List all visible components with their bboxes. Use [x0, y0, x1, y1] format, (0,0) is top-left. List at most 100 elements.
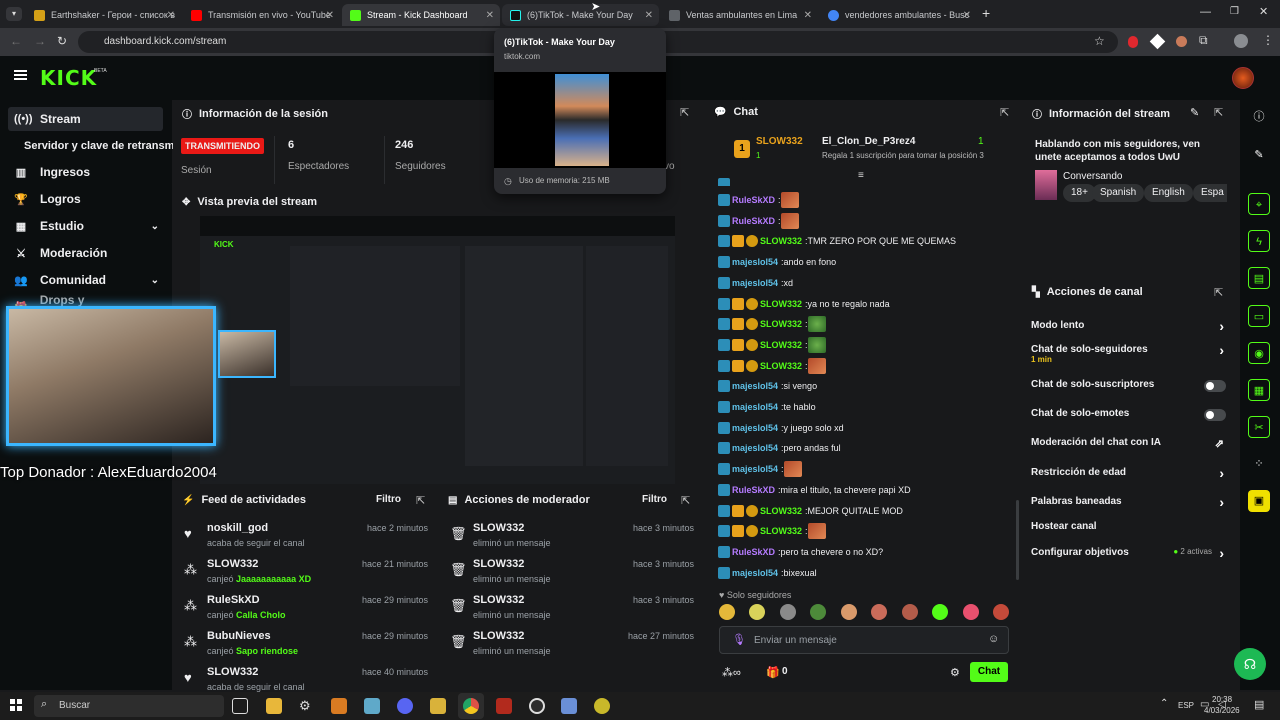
- target-icon[interactable]: ⌖: [1248, 193, 1270, 215]
- send-chat-button[interactable]: Chat: [970, 662, 1008, 682]
- chat-username[interactable]: RuleSkXD: [732, 547, 775, 557]
- extension-icon[interactable]: [1149, 33, 1166, 50]
- reload-icon[interactable]: ↻: [57, 34, 67, 48]
- emote-icon[interactable]: [962, 604, 979, 620]
- mod-filter-button[interactable]: Filtro: [642, 494, 667, 505]
- tab-google-search[interactable]: vendedores ambulantes - Busc ✕: [820, 4, 977, 26]
- popout-icon[interactable]: ⇱: [680, 106, 689, 119]
- back-icon[interactable]: ←: [10, 34, 22, 48]
- hamburger-menu-icon[interactable]: [14, 70, 27, 80]
- chat-message[interactable]: RuleSkXD:: [718, 191, 799, 209]
- tab-tiktok[interactable]: (6)TikTok - Make Your Day ✕: [502, 4, 659, 26]
- sidebar-item-server-key[interactable]: Servidor y clave de retransm: [8, 134, 173, 158]
- task-view-icon[interactable]: [232, 698, 248, 714]
- chat-message[interactable]: SLOW332:: [718, 336, 826, 354]
- channel-action-row[interactable]: Restricción de edad ›: [1031, 465, 1226, 481]
- chat-settings-icon[interactable]: ⚙: [950, 666, 960, 679]
- forward-icon[interactable]: →: [34, 34, 46, 48]
- tab-search-icon[interactable]: ▾: [6, 7, 22, 21]
- app-icon[interactable]: [561, 698, 577, 714]
- tab-youtube[interactable]: Transmisión en vivo - YouTube ✕: [183, 4, 340, 26]
- chat-message[interactable]: majeslol54: xd: [718, 274, 793, 292]
- channel-action-row[interactable]: Configurar objetivos ● 2 activas ›: [1031, 545, 1226, 561]
- chat-scrollbar[interactable]: [1016, 500, 1019, 580]
- profile-icon[interactable]: [1234, 34, 1248, 48]
- chat-message[interactable]: majeslol54: y juego solo xd: [718, 419, 844, 437]
- puzzle-extensions-icon[interactable]: ⧉: [1199, 33, 1208, 48]
- chat-message[interactable]: majeslol54: te hablo: [718, 398, 816, 416]
- chat-message[interactable]: majeslol54: si vengo: [718, 377, 817, 395]
- user-avatar[interactable]: [1232, 67, 1254, 89]
- chat-bubble-icon[interactable]: ▭: [1248, 305, 1270, 327]
- extension-icon[interactable]: [1176, 36, 1187, 47]
- emote-icon[interactable]: [840, 604, 857, 620]
- mod-action-row[interactable]: 🗑 SLOW332 eliminó un mensaje hace 27 minuto…: [448, 628, 694, 662]
- layout-icon[interactable]: ▦: [1248, 379, 1270, 401]
- microphone-icon[interactable]: 🎙: [732, 633, 746, 646]
- chat-input[interactable]: 🎙 Enviar un mensaje ☺: [719, 626, 1009, 654]
- grid-dots-icon[interactable]: ⁘: [1248, 453, 1270, 475]
- channel-action-row[interactable]: Chat de solo-emotes: [1031, 408, 1226, 421]
- chat-username[interactable]: SLOW332: [760, 340, 802, 350]
- close-tab-icon[interactable]: ✕: [645, 10, 653, 21]
- emote-icon[interactable]: [901, 604, 918, 620]
- chat-message[interactable]: SLOW332:: [718, 522, 826, 540]
- settings-icon[interactable]: ⚙: [299, 698, 315, 714]
- clock-time[interactable]: 20:38: [1212, 695, 1234, 704]
- app-icon[interactable]: [430, 698, 446, 714]
- close-window-icon[interactable]: ✕: [1259, 5, 1268, 18]
- channel-action-row[interactable]: Hostear canal: [1031, 521, 1226, 532]
- popout-icon[interactable]: ⇱: [1214, 106, 1223, 119]
- popout-icon[interactable]: ⇱: [681, 494, 690, 507]
- close-tab-icon[interactable]: ✕: [326, 10, 334, 21]
- sidebar-item-stream[interactable]: ((•)) Stream: [8, 107, 163, 131]
- close-tab-icon[interactable]: ✕: [963, 10, 971, 21]
- document-icon[interactable]: ▤: [1248, 267, 1270, 289]
- chat-message[interactable]: SLOW332: ya no te regalo nada: [718, 295, 890, 313]
- minimize-icon[interactable]: —: [1200, 6, 1211, 18]
- windows-start-icon[interactable]: [10, 699, 22, 711]
- emote-icon[interactable]: [719, 604, 735, 620]
- extension-icon[interactable]: [1128, 36, 1138, 48]
- channel-action-row[interactable]: Palabras baneadas ›: [1031, 494, 1226, 510]
- sidebar-item-moderacion[interactable]: ⚔ Moderación: [8, 241, 163, 265]
- chat-username[interactable]: SLOW332: [760, 526, 802, 536]
- emote-icon[interactable]: [749, 604, 766, 620]
- activity-row[interactable]: ⁂ SLOW332 canjeó Jaaaaaaaaaaa XD hace 21 mi…: [182, 556, 428, 590]
- support-chat-button[interactable]: ☊: [1234, 648, 1266, 680]
- gift-icon[interactable]: 🎁: [766, 666, 780, 679]
- chat-message[interactable]: majeslol54: bixexual: [718, 564, 817, 582]
- emote-icon[interactable]: [992, 604, 1009, 620]
- activity-row[interactable]: ⁂ BubuNieves canjeó Sapo riendose hace 29 m…: [182, 628, 428, 662]
- chat-message[interactable]: majeslol54: pero andas ful: [718, 439, 841, 457]
- chat-message[interactable]: SLOW332:: [718, 315, 826, 333]
- chat-username[interactable]: majeslol54: [732, 278, 778, 288]
- emote-icon[interactable]: [810, 604, 827, 620]
- chat-message[interactable]: SLOW332: MEJOR QUITALE MOD: [718, 502, 903, 520]
- chat-message[interactable]: SLOW332:: [718, 357, 826, 375]
- popout-icon[interactable]: ⇱: [1000, 106, 1009, 119]
- chat-message[interactable]: majeslol54:: [718, 460, 802, 478]
- chat-username[interactable]: SLOW332: [760, 319, 802, 329]
- tray-chevron-icon[interactable]: ⌃: [1160, 698, 1168, 709]
- sidebar-item-ingresos[interactable]: ▥ Ingresos: [8, 160, 163, 184]
- overlay-icon[interactable]: ▣: [1248, 490, 1270, 512]
- restore-icon[interactable]: ❐: [1230, 6, 1239, 17]
- channel-action-row[interactable]: Chat de solo-seguidores 1 min ›: [1031, 342, 1226, 364]
- emoji-icon[interactable]: ☺: [988, 633, 999, 645]
- new-tab-icon[interactable]: +: [982, 5, 990, 21]
- chat-username[interactable]: RuleSkXD: [732, 485, 775, 495]
- chat-username[interactable]: majeslol54: [732, 568, 778, 578]
- sidebar-item-comunidad[interactable]: 👥 Comunidad ⌄: [8, 268, 163, 292]
- bookmark-star-icon[interactable]: ☆: [1094, 34, 1105, 48]
- popout-icon[interactable]: ⇱: [416, 494, 425, 507]
- tab-earthshaker[interactable]: Earthshaker - Герои - список в ✕: [26, 4, 181, 26]
- broadcast-icon[interactable]: ◉: [1248, 342, 1270, 364]
- close-tab-icon[interactable]: ✕: [167, 10, 175, 21]
- emote-icon[interactable]: [779, 604, 796, 620]
- channel-action-row[interactable]: Chat de solo-suscriptores: [1031, 379, 1226, 392]
- chat-username[interactable]: RuleSkXD: [732, 216, 775, 226]
- language-indicator[interactable]: ESP: [1178, 701, 1194, 710]
- file-explorer-icon[interactable]: [266, 698, 282, 714]
- chat-message[interactable]: SLOW332: TMR ZERO POR QUE ME QUEMAS: [718, 232, 956, 250]
